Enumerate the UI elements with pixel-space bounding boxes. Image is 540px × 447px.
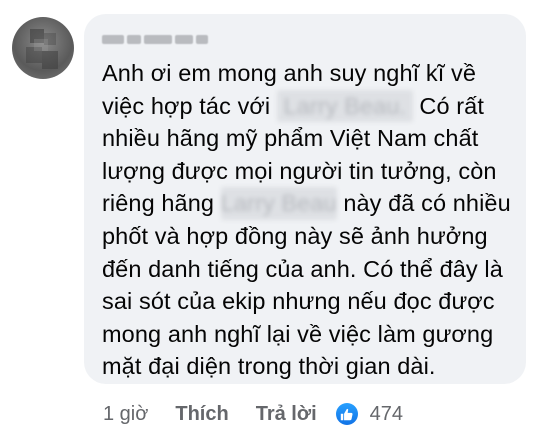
like-button[interactable]: Thích bbox=[175, 403, 228, 426]
comment-line: riêng hãng Larry Beau này đã có nhiều bbox=[102, 187, 512, 220]
reaction-summary[interactable]: 474 bbox=[335, 402, 404, 426]
thumbs-up-icon bbox=[335, 403, 358, 425]
comment-container: Anh ơi em mong anh suy nghĩ kĩ về việc h… bbox=[0, 0, 540, 447]
comment-line: lượng được mọi người tin tưởng, còn bbox=[102, 157, 497, 184]
comment-line: đến danh tiếng của anh. Có thể đây là bbox=[102, 255, 503, 282]
comment-line: mong anh nghĩ lại về việc làm gương bbox=[102, 320, 494, 347]
timestamp-link[interactable]: 1 giờ bbox=[103, 403, 148, 426]
comment-line: việc hợp tác với Larry Beau. Có rất bbox=[102, 89, 512, 123]
author-name-redacted[interactable] bbox=[102, 32, 208, 46]
comment-line: sai sót của ekip nhưng nếu đọc được bbox=[102, 288, 495, 315]
comment-line: mặt đại diện trong thời gian dài. bbox=[102, 353, 436, 380]
comment-line: nhiều hãng mỹ phẩm Việt Nam chất bbox=[102, 125, 479, 152]
comment-text-segment: Có rất bbox=[419, 92, 484, 119]
comment-text-segment: riêng hãng bbox=[102, 190, 215, 217]
comment-text-segment: này đã có nhiều bbox=[343, 190, 511, 217]
comment-line: phốt và hợp đồng này sẽ ảnh hưởng bbox=[102, 222, 488, 249]
reaction-count: 474 bbox=[369, 402, 404, 425]
avatar[interactable] bbox=[12, 17, 74, 79]
comment-line: Anh ơi em mong anh suy nghĩ kĩ về bbox=[102, 60, 477, 86]
comment-text-segment: việc hợp tác với bbox=[102, 92, 271, 119]
reply-button[interactable]: Trả lời bbox=[256, 403, 317, 426]
redacted-brand-name: Larry Beau. bbox=[276, 89, 413, 123]
comment-actions: 1 giờ Thích Trả lời 474 bbox=[103, 399, 403, 429]
comment-text: Anh ơi em mong anh suy nghĩ kĩ về việc h… bbox=[102, 57, 512, 383]
redacted-brand-name: Larry Beau bbox=[220, 187, 337, 220]
